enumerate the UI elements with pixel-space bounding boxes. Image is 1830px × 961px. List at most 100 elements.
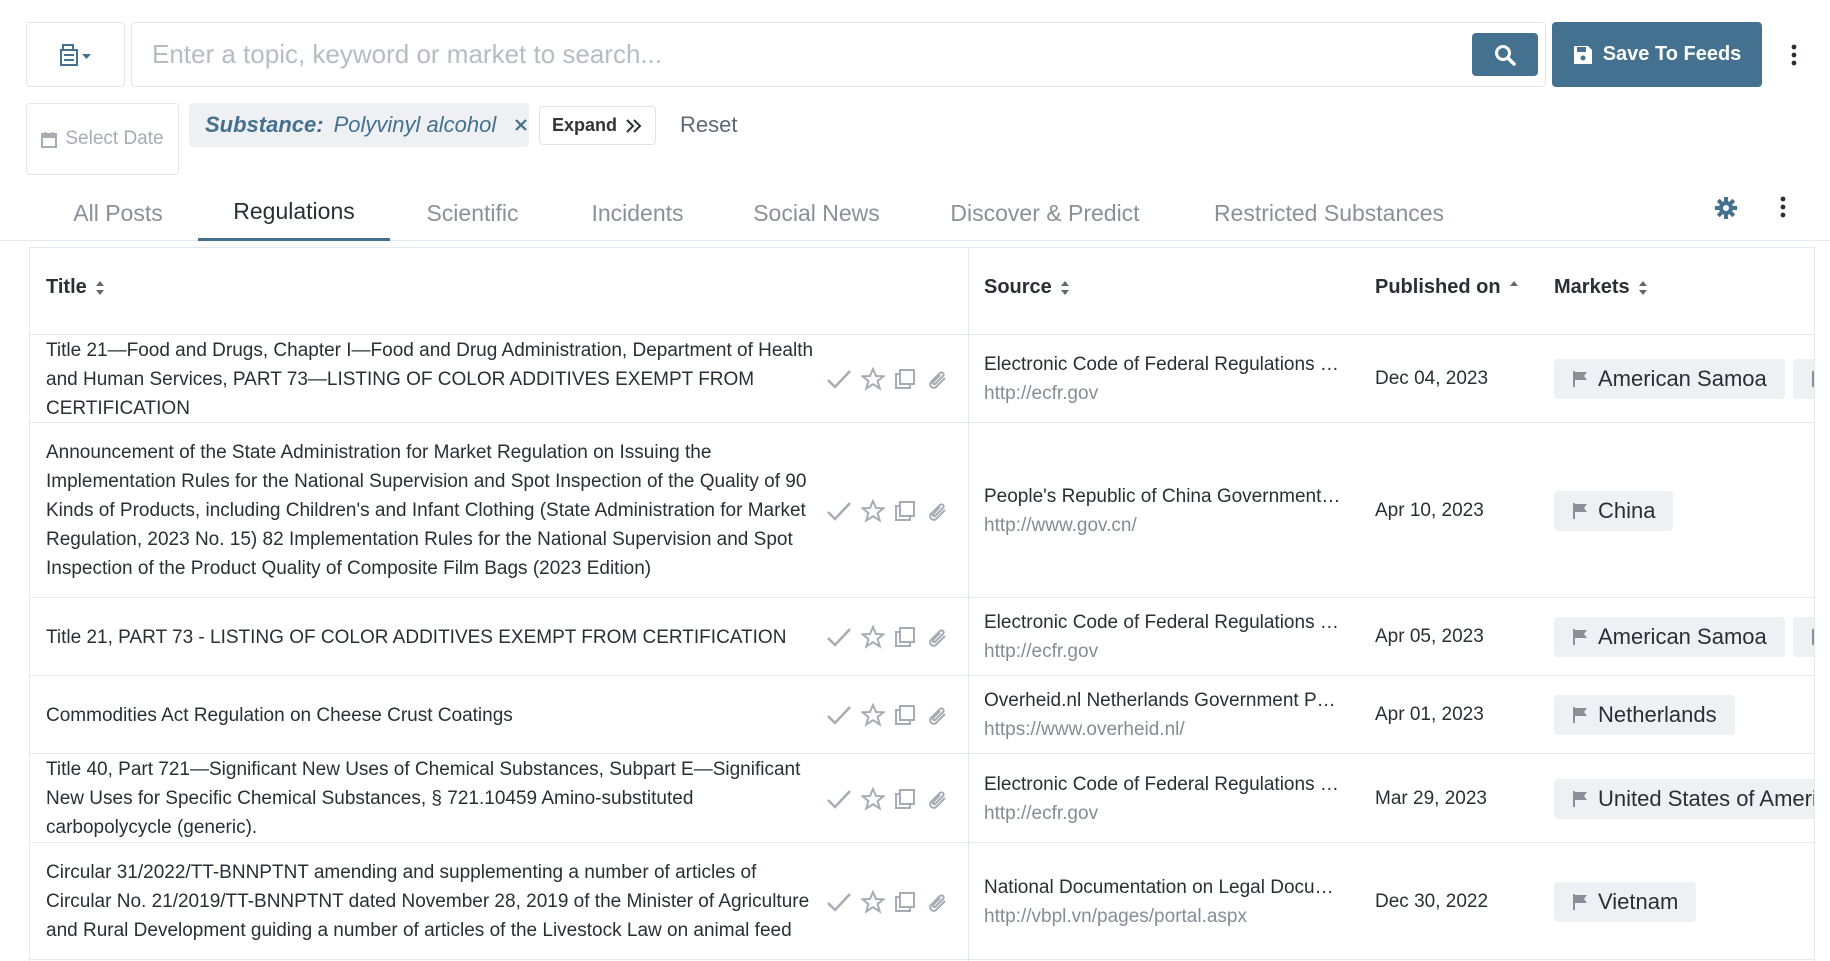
star-icon[interactable] bbox=[861, 625, 885, 649]
settings-button[interactable] bbox=[1714, 196, 1738, 225]
copy-icon[interactable] bbox=[894, 704, 916, 726]
paperclip-icon[interactable] bbox=[925, 625, 949, 649]
star-icon[interactable] bbox=[861, 367, 885, 391]
save-icon bbox=[1573, 45, 1592, 64]
market-chip[interactable]: American Samoa bbox=[1554, 617, 1785, 657]
table-row[interactable]: Circular 31/2022/TT-BNNPTNT amending and… bbox=[30, 843, 1814, 960]
column-header-markets[interactable]: Markets bbox=[1554, 276, 1648, 299]
table-row[interactable]: Commodities Act Regulation on Cheese Cru… bbox=[30, 676, 1814, 754]
source-url[interactable]: http://ecfr.gov bbox=[984, 799, 1344, 828]
tabs-more-button[interactable] bbox=[1780, 196, 1786, 223]
tab-restricted-substances[interactable]: Restricted Substances bbox=[1198, 185, 1460, 241]
source-url[interactable]: http://vbpl.vn/pages/portal.aspx bbox=[984, 902, 1344, 931]
row-actions bbox=[826, 754, 954, 843]
source-url[interactable]: http://ecfr.gov bbox=[984, 379, 1344, 408]
check-icon[interactable] bbox=[826, 704, 852, 726]
source-name: Electronic Code of Federal Regulations (… bbox=[984, 773, 1341, 795]
row-title[interactable]: Title 40, Part 721—Significant New Uses … bbox=[46, 754, 816, 843]
tab-scientific[interactable]: Scientific bbox=[410, 185, 535, 241]
column-header-title[interactable]: Title bbox=[46, 276, 105, 299]
paperclip-icon[interactable] bbox=[925, 499, 949, 523]
flag-icon bbox=[1573, 707, 1587, 723]
tab-social-news[interactable]: Social News bbox=[740, 185, 893, 241]
market-chip-label: American Samoa bbox=[1598, 624, 1767, 649]
expand-label: Expand bbox=[551, 115, 617, 135]
copy-icon[interactable] bbox=[894, 368, 916, 390]
table-header: Title Source Published on Markets bbox=[30, 248, 1814, 335]
flag-icon bbox=[1811, 371, 1814, 387]
flag-icon bbox=[1573, 502, 1587, 519]
close-icon bbox=[515, 119, 528, 131]
flag-icon bbox=[1573, 893, 1587, 910]
row-date: Dec 04, 2023 bbox=[1375, 368, 1489, 389]
table-row[interactable]: Title 21—Food and Drugs, Chapter I—Food … bbox=[30, 335, 1814, 423]
market-chip[interactable]: United States of America bbox=[1554, 778, 1814, 819]
paperclip-icon[interactable] bbox=[925, 890, 949, 914]
save-to-feeds-button[interactable]: Save To Feeds bbox=[1552, 22, 1762, 87]
table-row[interactable]: Announcement of the State Administration… bbox=[30, 423, 1814, 598]
check-icon[interactable] bbox=[826, 788, 852, 810]
expand-button[interactable]: Expand bbox=[539, 106, 656, 145]
table-row[interactable]: Title 21, PART 73 - LISTING OF COLOR ADD… bbox=[30, 598, 1814, 676]
market-chip-label: Netherlands bbox=[1598, 702, 1717, 727]
market-chip[interactable]: American Samoa bbox=[1554, 359, 1785, 399]
market-chip[interactable] bbox=[1792, 617, 1814, 657]
row-date: Dec 30, 2022 bbox=[1375, 890, 1489, 912]
top-more-button[interactable] bbox=[1784, 40, 1804, 70]
search-icon bbox=[1495, 44, 1516, 66]
source-selector-button[interactable] bbox=[26, 22, 125, 87]
source-name: Electronic Code of Federal Regulations (… bbox=[984, 354, 1341, 375]
row-actions bbox=[826, 423, 954, 598]
row-title[interactable]: Title 21—Food and Drugs, Chapter I—Food … bbox=[46, 335, 816, 423]
row-title[interactable]: Announcement of the State Administration… bbox=[46, 423, 816, 598]
row-actions bbox=[826, 843, 954, 960]
check-icon[interactable] bbox=[826, 500, 852, 522]
row-title[interactable]: Commodities Act Regulation on Cheese Cru… bbox=[46, 676, 816, 754]
check-icon[interactable] bbox=[826, 891, 852, 913]
market-chip[interactable] bbox=[1792, 359, 1814, 399]
table-row[interactable]: Title 40, Part 721—Significant New Uses … bbox=[30, 754, 1814, 843]
column-markets-label: Markets bbox=[1554, 276, 1630, 298]
paperclip-icon[interactable] bbox=[925, 367, 949, 391]
search-button[interactable] bbox=[1472, 33, 1538, 76]
tab-incidents[interactable]: Incidents bbox=[575, 185, 700, 241]
search-input[interactable] bbox=[152, 23, 1392, 86]
tab-all-posts[interactable]: All Posts bbox=[48, 185, 188, 241]
remove-filter-button[interactable] bbox=[514, 111, 528, 139]
market-chip[interactable]: Netherlands bbox=[1554, 695, 1735, 735]
chip-value: Polyvinyl alcohol bbox=[333, 112, 497, 137]
reset-link[interactable]: Reset bbox=[680, 112, 737, 138]
row-title[interactable]: Title 21, PART 73 - LISTING OF COLOR ADD… bbox=[46, 598, 816, 676]
copy-icon[interactable] bbox=[894, 500, 916, 522]
source-url[interactable]: https://www.overheid.nl/ bbox=[984, 715, 1344, 744]
copy-icon[interactable] bbox=[894, 626, 916, 648]
sort-asc-icon bbox=[1509, 280, 1518, 286]
row-date: Apr 10, 2023 bbox=[1375, 499, 1484, 521]
star-icon[interactable] bbox=[861, 786, 885, 811]
check-icon[interactable] bbox=[826, 368, 852, 390]
tab-regulations[interactable]: Regulations bbox=[198, 185, 390, 241]
market-chip[interactable]: Vietnam bbox=[1554, 881, 1697, 922]
check-icon[interactable] bbox=[826, 626, 852, 648]
calendar-icon bbox=[41, 131, 58, 148]
source-url[interactable]: http://www.gov.cn/ bbox=[984, 511, 1344, 540]
row-source: Electronic Code of Federal Regulations (… bbox=[984, 598, 1344, 676]
column-header-source[interactable]: Source bbox=[984, 276, 1070, 299]
kebab-icon bbox=[1791, 44, 1797, 66]
market-chip[interactable]: China bbox=[1554, 490, 1674, 531]
star-icon[interactable] bbox=[861, 498, 885, 523]
star-icon[interactable] bbox=[861, 703, 885, 727]
copy-icon[interactable] bbox=[894, 891, 916, 913]
row-markets: American Samoa bbox=[1554, 598, 1814, 676]
column-header-published[interactable]: Published on bbox=[1375, 276, 1519, 299]
copy-icon[interactable] bbox=[894, 788, 916, 810]
gear-icon bbox=[1715, 197, 1737, 219]
paperclip-icon[interactable] bbox=[925, 787, 949, 811]
paperclip-icon[interactable] bbox=[925, 703, 949, 727]
search-box bbox=[131, 22, 1546, 87]
star-icon[interactable] bbox=[861, 889, 885, 914]
select-date-button[interactable]: Select Date bbox=[26, 103, 179, 175]
tab-discover-predict[interactable]: Discover & Predict bbox=[935, 185, 1155, 241]
source-url[interactable]: http://ecfr.gov bbox=[984, 637, 1344, 666]
row-title[interactable]: Circular 31/2022/TT-BNNPTNT amending and… bbox=[46, 843, 816, 960]
